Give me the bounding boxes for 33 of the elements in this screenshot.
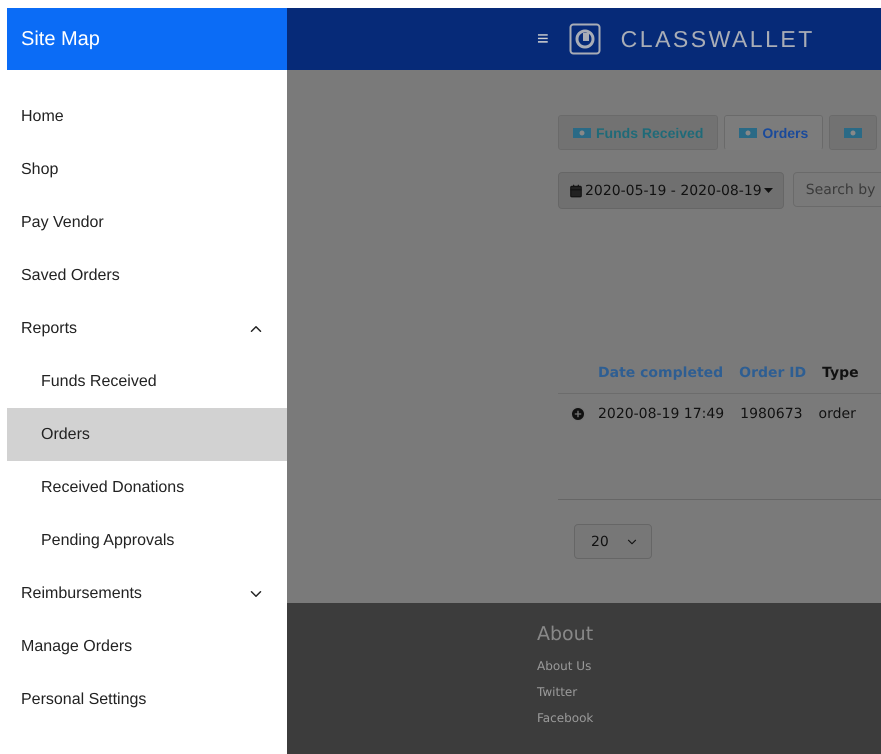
page-size-select[interactable]: 20 bbox=[574, 524, 652, 559]
sidebar-item[interactable]: Manage Orders bbox=[7, 620, 287, 673]
footer-link[interactable]: About Us bbox=[537, 659, 881, 673]
sidebar-item[interactable]: Personal Settings bbox=[7, 673, 287, 726]
logo-icon bbox=[568, 23, 601, 55]
banknote-icon bbox=[573, 128, 591, 138]
footer-link[interactable]: Twitter bbox=[537, 685, 881, 699]
date-range-button[interactable]: 2020-05-19 - 2020-08-19 bbox=[558, 172, 784, 209]
sidebar-item[interactable]: Received Donations bbox=[7, 461, 287, 514]
sidebar-item[interactable]: Funds Received bbox=[7, 355, 287, 408]
calendar-icon bbox=[569, 184, 583, 198]
search-field[interactable]: Search by bbox=[792, 172, 881, 207]
menu-button[interactable]: ≡ bbox=[537, 28, 549, 50]
footer-title: About bbox=[537, 623, 594, 645]
expand-row-icon[interactable] bbox=[570, 406, 586, 422]
sidebar-item[interactable]: Pending Approvals bbox=[7, 514, 287, 567]
column-header: Type bbox=[822, 365, 859, 381]
sidebar-item[interactable]: Saved Orders bbox=[7, 249, 287, 302]
sidebar-item[interactable]: Home bbox=[7, 90, 287, 143]
sidebar-item[interactable]: Orders bbox=[7, 408, 287, 461]
footer-link[interactable]: Facebook bbox=[537, 711, 881, 725]
sidebar-item[interactable]: Pay Vendor bbox=[7, 196, 287, 249]
sidebar-title: Site Map bbox=[7, 8, 287, 70]
sidebar-item[interactable]: Shop bbox=[7, 143, 287, 196]
logo-text: CLASSWALLET bbox=[620, 26, 815, 52]
banknote-icon bbox=[739, 128, 758, 138]
table-cell: order bbox=[818, 406, 856, 422]
banknote-icon bbox=[844, 128, 862, 138]
sidebar-item[interactable]: Reimbursements bbox=[7, 567, 287, 620]
table-cell: 2020-08-19 17:49 bbox=[598, 406, 724, 422]
sidebar-item[interactable]: Reports bbox=[7, 302, 287, 355]
table-cell: 1980673 bbox=[740, 406, 803, 422]
caret-icon bbox=[764, 188, 773, 193]
